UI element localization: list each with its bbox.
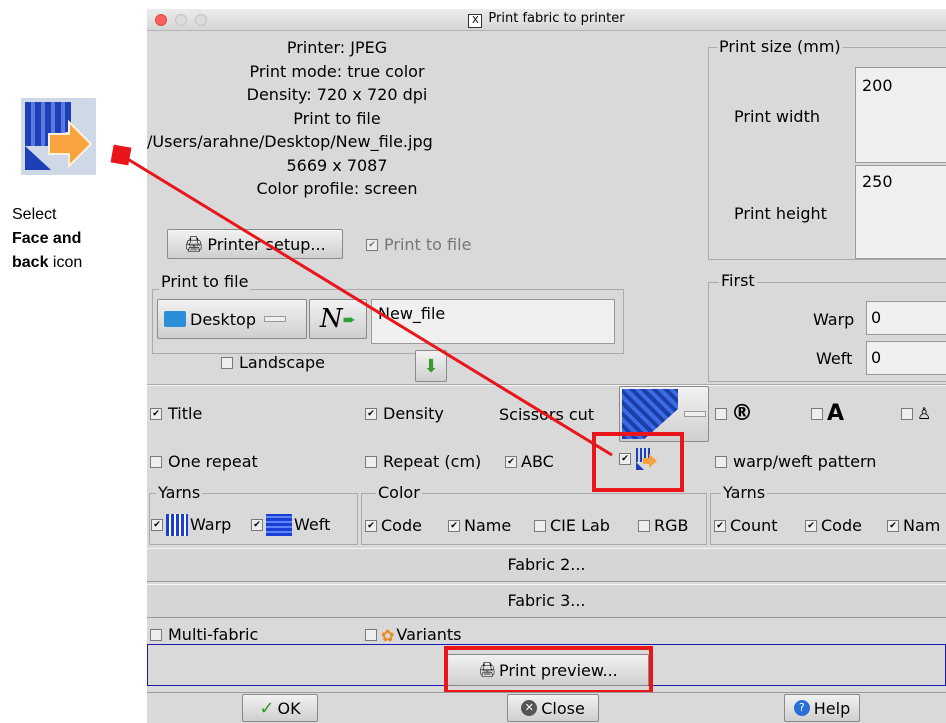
red-arrow-annotation: [110, 144, 613, 457]
red-arrow-line: [125, 156, 613, 457]
red-arrow-tail-square: [110, 144, 132, 166]
